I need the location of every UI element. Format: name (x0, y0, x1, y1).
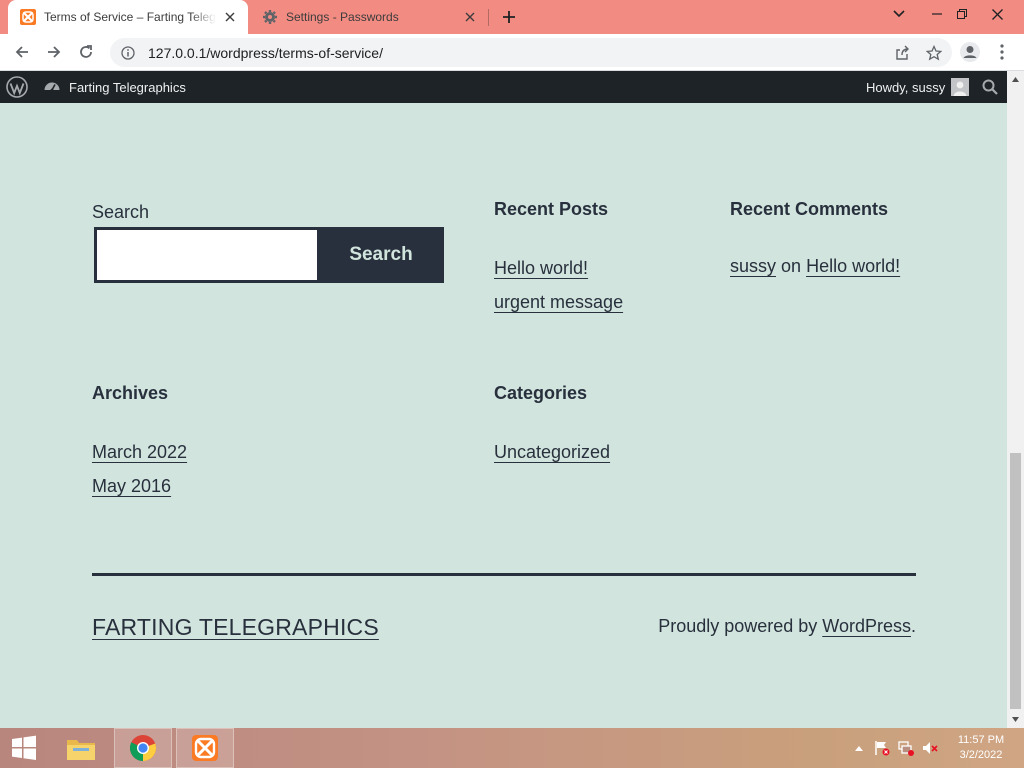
category-link[interactable]: Uncategorized (494, 442, 610, 463)
wordpress-link[interactable]: WordPress (822, 616, 911, 636)
network-icon[interactable] (897, 740, 915, 756)
tab-title: Terms of Service – Farting Telegraphics (44, 10, 216, 24)
wordpress-logo-icon[interactable] (6, 71, 30, 103)
scroll-down-arrow-icon[interactable] (1007, 711, 1024, 728)
address-bar[interactable]: 127.0.0.1/wordpress/terms-of-service/ (110, 38, 952, 67)
close-window-button[interactable] (982, 0, 1012, 28)
forward-button[interactable] (40, 38, 68, 66)
tab-terms-of-service[interactable]: Terms of Service – Farting Telegraphics (8, 0, 248, 34)
xampp-favicon-icon (20, 9, 36, 25)
tab-separator (488, 9, 489, 26)
scroll-up-arrow-icon[interactable] (1007, 71, 1024, 88)
recent-posts-title: Recent Posts (494, 199, 609, 219)
volume-muted-icon[interactable] (921, 740, 939, 756)
search-widget-label: Search (92, 202, 150, 222)
tab-search-chevron-icon[interactable] (884, 0, 914, 28)
archive-link[interactable]: March 2022 (92, 442, 187, 463)
recent-comments-title: Recent Comments (730, 199, 889, 219)
search-button[interactable]: Search (318, 227, 444, 283)
recent-comment-item: sussy on Hello world! (730, 256, 900, 277)
start-button[interactable] (6, 728, 42, 768)
windows-taskbar: 11:57 PM 3/2/2022 (0, 728, 1024, 768)
archive-link[interactable]: May 2016 (92, 476, 171, 497)
scrollbar-thumb[interactable] (1010, 453, 1021, 709)
close-tab-icon[interactable] (222, 9, 238, 25)
dashboard-icon (43, 78, 61, 96)
wp-admin-bar: Farting Telegraphics Howdy, sussy (0, 71, 1007, 103)
admin-bar-greeting: Howdy, sussy (866, 79, 946, 95)
footer-site-title-link[interactable]: FARTING TELEGRAPHICS (92, 614, 379, 641)
tab-settings-passwords[interactable]: Settings - Passwords (250, 0, 488, 34)
archives-title: Archives (92, 383, 169, 403)
action-center-flag-icon[interactable] (873, 740, 891, 756)
powered-suffix: . (910, 616, 916, 636)
back-button[interactable] (8, 38, 36, 66)
recent-post-link[interactable]: urgent message (494, 292, 623, 313)
site-info-icon[interactable] (116, 41, 140, 65)
bookmark-star-icon[interactable] (922, 41, 946, 65)
taskbar-clock[interactable]: 11:57 PM 3/2/2022 (946, 733, 1016, 763)
close-tab-icon[interactable] (462, 9, 478, 25)
profile-avatar-icon[interactable] (956, 38, 984, 66)
powered-prefix: Proudly powered by (658, 616, 823, 636)
reload-button[interactable] (72, 38, 100, 66)
clock-time: 11:57 PM (957, 734, 1005, 746)
file-explorer-icon[interactable] (56, 728, 106, 768)
recent-post-link[interactable]: Hello world! (494, 258, 588, 279)
comment-connector: on (781, 256, 802, 276)
admin-bar-account[interactable]: Howdy, sussy (866, 71, 970, 103)
browser-toolbar: 127.0.0.1/wordpress/terms-of-service/ (0, 34, 1024, 71)
admin-bar-site-name: Farting Telegraphics (69, 79, 186, 95)
xampp-taskbar-icon[interactable] (176, 728, 234, 768)
search-input[interactable] (94, 227, 320, 283)
new-tab-button[interactable] (498, 7, 520, 27)
browser-tab-strip: Terms of Service – Farting Telegraphics … (0, 0, 1024, 34)
comment-post-link[interactable]: Hello world! (806, 256, 900, 276)
browser-menu-icon[interactable] (988, 38, 1016, 66)
avatar (951, 78, 970, 96)
admin-bar-search-icon[interactable] (982, 71, 1002, 103)
show-hidden-icons-icon[interactable] (850, 740, 868, 756)
page-scrollbar[interactable] (1007, 71, 1024, 728)
page-content: Search Search Recent Posts Hello world! … (0, 103, 1007, 728)
comment-author-link[interactable]: sussy (730, 256, 776, 276)
powered-by-text: Proudly powered by WordPress. (658, 616, 916, 637)
tab-title: Settings - Passwords (286, 10, 399, 24)
restore-button[interactable] (947, 0, 977, 28)
share-icon[interactable] (890, 41, 914, 65)
footer-divider (92, 573, 916, 576)
admin-bar-site-link[interactable]: Farting Telegraphics (43, 71, 186, 103)
chrome-taskbar-icon[interactable] (114, 728, 172, 768)
categories-title: Categories (494, 383, 588, 403)
gear-icon (262, 9, 278, 25)
address-url: 127.0.0.1/wordpress/terms-of-service/ (148, 44, 383, 61)
clock-date: 3/2/2022 (959, 749, 1003, 761)
